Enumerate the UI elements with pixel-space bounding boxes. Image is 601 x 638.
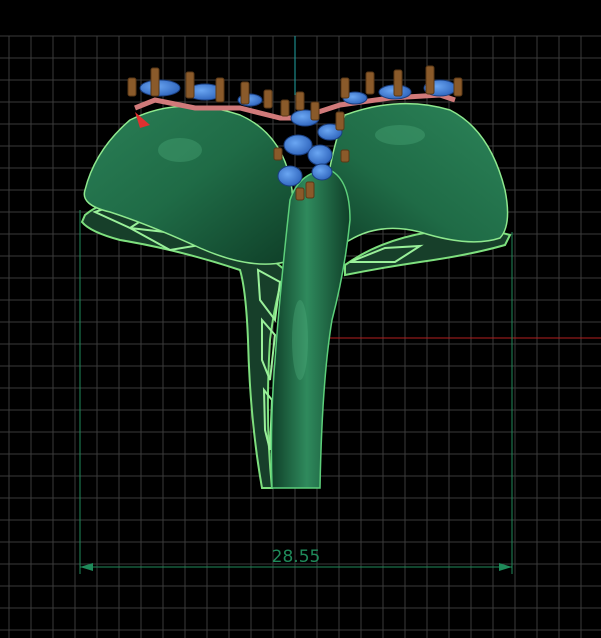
- prong: [295, 91, 305, 111]
- right-shoulder-highlight: [375, 125, 425, 145]
- viewport-canvas[interactable]: 28.55: [0, 0, 601, 638]
- gem: [283, 134, 313, 156]
- prong: [273, 147, 283, 161]
- gem: [277, 165, 303, 187]
- prong: [127, 77, 137, 97]
- gem: [311, 163, 333, 181]
- prong: [215, 77, 225, 103]
- prong: [240, 81, 250, 105]
- prong: [305, 181, 315, 199]
- shank-highlight: [292, 300, 308, 380]
- ring-left-shoulder[interactable]: [83, 105, 294, 265]
- prong: [310, 101, 320, 121]
- dimension-value: 28.55: [272, 547, 321, 567]
- prong: [453, 77, 463, 97]
- left-shoulder-highlight: [158, 138, 202, 162]
- prong: [340, 149, 350, 163]
- prong: [340, 77, 350, 99]
- prong: [295, 187, 305, 201]
- prong: [365, 71, 375, 95]
- prong: [263, 89, 273, 109]
- prong: [393, 69, 403, 97]
- cad-viewport[interactable]: 28.55: [0, 0, 601, 638]
- gem: [307, 144, 333, 166]
- prong: [425, 65, 435, 95]
- prong: [335, 111, 345, 131]
- prong: [185, 71, 195, 99]
- prong: [280, 99, 290, 117]
- gem: [139, 79, 181, 97]
- prong: [150, 67, 160, 97]
